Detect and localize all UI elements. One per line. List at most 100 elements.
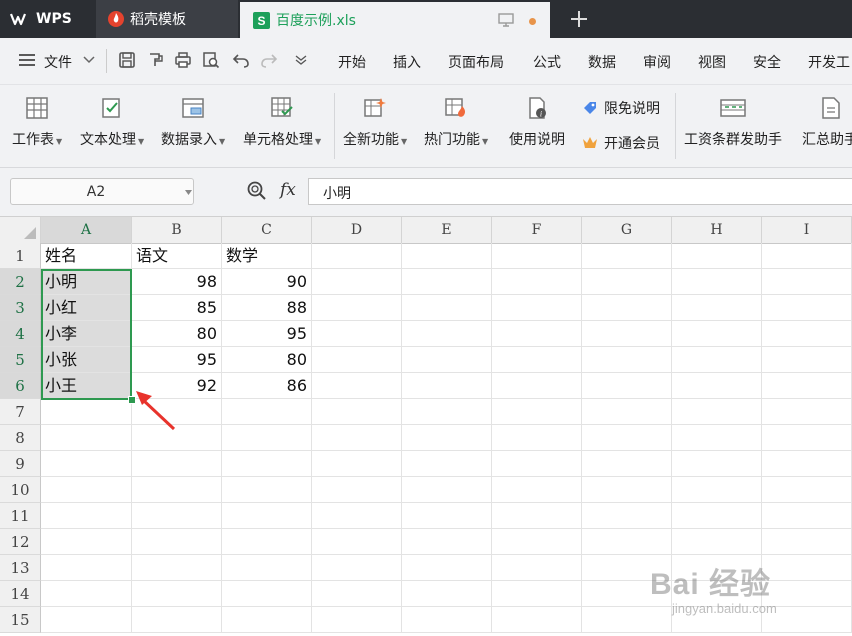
table-cell[interactable]	[672, 347, 762, 373]
table-cell[interactable]	[312, 581, 402, 607]
menu-start[interactable]: 开始	[338, 52, 366, 72]
monitor-icon[interactable]	[498, 13, 514, 32]
table-cell[interactable]	[672, 399, 762, 425]
cell-process-button[interactable]: 单元格处理 ▼	[243, 95, 321, 149]
table-cell[interactable]	[582, 269, 672, 295]
table-cell[interactable]	[762, 477, 852, 503]
row-header[interactable]: 12	[0, 529, 41, 555]
table-cell[interactable]: 小李	[41, 321, 132, 347]
menu-file[interactable]: 文件	[44, 52, 72, 72]
table-cell[interactable]	[672, 243, 762, 269]
customize-dropdown-icon[interactable]	[290, 49, 312, 71]
table-cell[interactable]	[312, 503, 402, 529]
summary-helper-button[interactable]: 汇总助手	[802, 95, 852, 149]
row-header[interactable]: 14	[0, 581, 41, 607]
column-header[interactable]: A	[41, 217, 132, 243]
table-cell[interactable]	[672, 529, 762, 555]
text-process-button[interactable]: 文本处理 ▼	[80, 95, 144, 149]
column-header[interactable]: H	[672, 217, 762, 243]
table-cell[interactable]	[582, 451, 672, 477]
tab-active-file[interactable]: S 百度示例.xls	[240, 0, 550, 38]
table-cell[interactable]: 小红	[41, 295, 132, 321]
column-header[interactable]: F	[492, 217, 582, 243]
row-header[interactable]: 5	[0, 347, 41, 373]
table-cell[interactable]	[402, 295, 492, 321]
table-cell[interactable]	[582, 477, 672, 503]
table-cell[interactable]	[582, 425, 672, 451]
table-cell[interactable]	[132, 503, 222, 529]
table-cell[interactable]	[492, 529, 582, 555]
table-cell[interactable]	[402, 555, 492, 581]
menu-insert[interactable]: 插入	[393, 52, 421, 72]
table-cell[interactable]	[132, 581, 222, 607]
table-cell[interactable]	[762, 347, 852, 373]
table-cell[interactable]	[672, 373, 762, 399]
row-header[interactable]: 11	[0, 503, 41, 529]
menu-security[interactable]: 安全	[753, 52, 781, 72]
worksheet-button[interactable]: 工作表 ▼	[12, 95, 62, 149]
row-header[interactable]: 9	[0, 451, 41, 477]
table-cell[interactable]	[672, 477, 762, 503]
open-membership-button[interactable]: 开通会员	[582, 133, 660, 153]
table-cell[interactable]	[41, 425, 132, 451]
menu-view[interactable]: 视图	[698, 52, 726, 72]
table-cell[interactable]	[41, 503, 132, 529]
table-cell[interactable]	[222, 529, 312, 555]
row-header[interactable]: 13	[0, 555, 41, 581]
table-cell[interactable]	[762, 295, 852, 321]
new-feature-button[interactable]: 全新功能 ▼	[343, 95, 407, 149]
table-cell[interactable]	[41, 529, 132, 555]
row-header[interactable]: 15	[0, 607, 41, 633]
table-cell[interactable]	[582, 321, 672, 347]
print-preview-icon[interactable]	[200, 49, 222, 71]
table-cell[interactable]: 80	[132, 321, 222, 347]
zoom-search-icon[interactable]	[247, 181, 267, 205]
table-cell[interactable]	[222, 425, 312, 451]
table-cell[interactable]	[402, 581, 492, 607]
table-cell[interactable]: 小王	[41, 373, 132, 399]
table-cell[interactable]	[492, 269, 582, 295]
table-cell[interactable]	[762, 321, 852, 347]
table-cell[interactable]	[41, 477, 132, 503]
table-cell[interactable]	[41, 607, 132, 633]
row-header[interactable]: 4	[0, 321, 41, 347]
table-cell[interactable]	[402, 477, 492, 503]
limited-free-button[interactable]: 限免说明	[582, 98, 660, 118]
table-cell[interactable]	[492, 347, 582, 373]
menu-formula[interactable]: 公式	[533, 52, 561, 72]
table-cell[interactable]	[492, 477, 582, 503]
table-cell[interactable]	[492, 425, 582, 451]
table-cell[interactable]	[762, 269, 852, 295]
redo-icon[interactable]	[258, 49, 280, 71]
table-cell[interactable]	[402, 451, 492, 477]
table-cell[interactable]: 86	[222, 373, 312, 399]
table-cell[interactable]	[222, 477, 312, 503]
table-cell[interactable]: 95	[132, 347, 222, 373]
table-cell[interactable]	[312, 243, 402, 269]
format-painter-icon[interactable]	[144, 49, 166, 71]
table-cell[interactable]	[492, 451, 582, 477]
table-cell[interactable]	[402, 269, 492, 295]
table-cell[interactable]	[672, 451, 762, 477]
table-cell[interactable]	[41, 451, 132, 477]
row-header[interactable]: 3	[0, 295, 41, 321]
table-cell[interactable]	[402, 399, 492, 425]
table-cell[interactable]	[402, 243, 492, 269]
table-cell[interactable]: 90	[222, 269, 312, 295]
table-cell[interactable]	[762, 373, 852, 399]
table-cell[interactable]	[132, 529, 222, 555]
column-header[interactable]: C	[222, 217, 312, 243]
table-cell[interactable]	[492, 607, 582, 633]
table-cell[interactable]	[402, 607, 492, 633]
table-cell[interactable]	[762, 451, 852, 477]
table-cell[interactable]	[222, 503, 312, 529]
save-icon[interactable]	[116, 49, 138, 71]
table-cell[interactable]	[402, 373, 492, 399]
table-cell[interactable]	[312, 321, 402, 347]
table-cell[interactable]	[492, 555, 582, 581]
menu-developer[interactable]: 开发工	[808, 52, 852, 72]
table-cell[interactable]	[672, 425, 762, 451]
table-cell[interactable]	[762, 243, 852, 269]
row-header[interactable]: 6	[0, 373, 41, 399]
column-header[interactable]: I	[762, 217, 852, 243]
